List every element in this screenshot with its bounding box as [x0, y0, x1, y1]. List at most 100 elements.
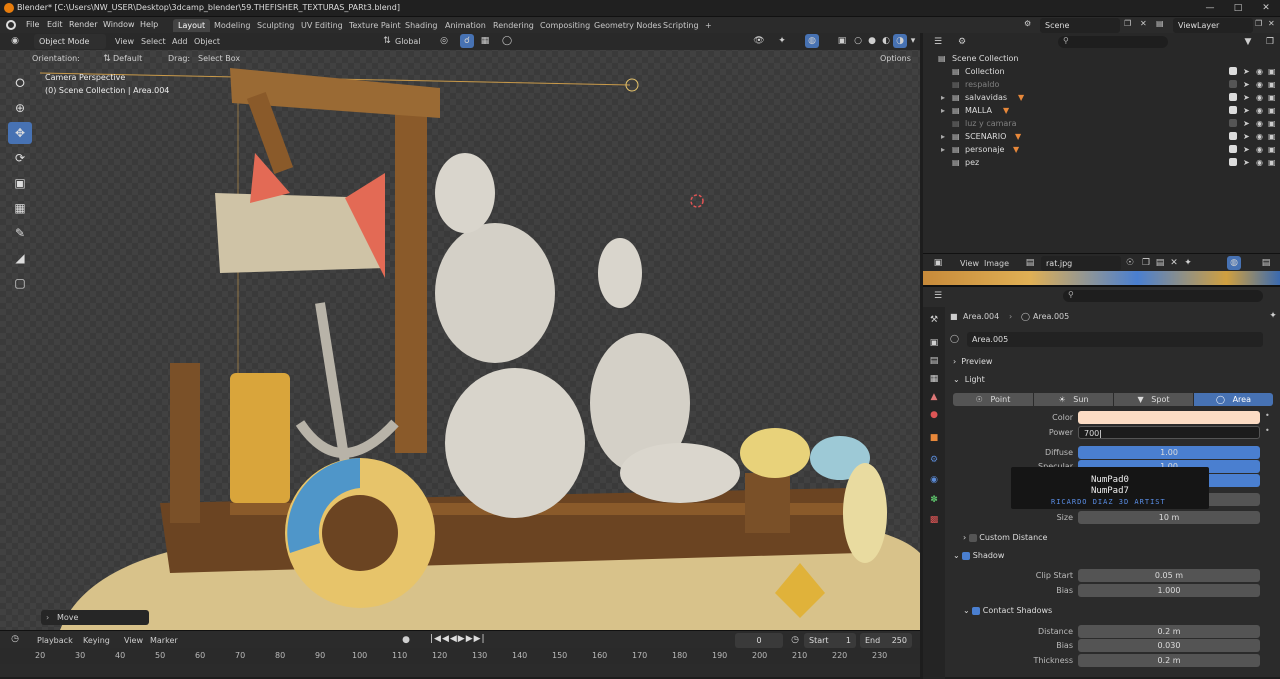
- expand-icon[interactable]: ▸: [941, 91, 945, 104]
- breadcrumb-object[interactable]: Area.004: [963, 312, 999, 321]
- expand-icon[interactable]: ▸: [941, 104, 945, 117]
- select-box-tool-icon[interactable]: ⭘: [8, 72, 32, 94]
- tab-texture-paint[interactable]: Texture Paint: [344, 19, 406, 32]
- view-layer-delete-icon[interactable]: ✕: [1268, 19, 1275, 28]
- image-editor-type-icon[interactable]: ▣: [931, 256, 945, 270]
- output-tab-icon[interactable]: ▤: [927, 354, 941, 368]
- image-view-menu[interactable]: View: [960, 259, 979, 268]
- light-data-tab-icon[interactable]: ✽: [927, 493, 941, 507]
- select-menu[interactable]: Select: [141, 37, 166, 46]
- filter-icon[interactable]: ▼: [1241, 35, 1255, 49]
- expand-icon[interactable]: ▸: [941, 143, 945, 156]
- light-datablock-icon[interactable]: ◯: [950, 334, 959, 343]
- outliner-row[interactable]: ▤ respaldo: [923, 78, 1280, 91]
- scene-delete-icon[interactable]: ✕: [1140, 19, 1147, 28]
- exclude-checkbox[interactable]: [1229, 80, 1237, 88]
- image-name-field[interactable]: rat.jpg: [1041, 256, 1121, 271]
- breadcrumb-data[interactable]: Area.005: [1033, 312, 1069, 321]
- overlays-icon[interactable]: ◍: [805, 34, 819, 48]
- editor-type-icon[interactable]: ◉: [8, 34, 22, 48]
- scene-copy-icon[interactable]: ❐: [1124, 19, 1131, 28]
- size-field[interactable]: 10 m: [1078, 511, 1260, 524]
- move-tool-icon[interactable]: ✥: [8, 122, 32, 144]
- wireframe-shading-icon[interactable]: ○: [851, 34, 865, 48]
- image-unlink-icon[interactable]: ✕: [1167, 256, 1181, 270]
- menu-edit[interactable]: Edit: [47, 20, 63, 29]
- pin-icon[interactable]: ✦: [1181, 256, 1195, 270]
- tab-layout[interactable]: Layout: [173, 19, 211, 32]
- light-datablock-field[interactable]: Area.005: [967, 332, 1263, 347]
- tab-rendering[interactable]: Rendering: [488, 19, 539, 32]
- rotate-tool-icon[interactable]: ⟳: [8, 147, 32, 169]
- image-menu[interactable]: Image: [984, 259, 1009, 268]
- render-icon[interactable]: ▣ ▣ ▣ ▣ ▣ ▣ ▣ ▣: [1268, 65, 1276, 169]
- constraints-tab-icon[interactable]: ◉: [927, 473, 941, 487]
- thickness-field[interactable]: 0.2 m: [1078, 654, 1260, 667]
- view-layer-selector[interactable]: ViewLayer: [1173, 18, 1253, 33]
- shading-options-icon[interactable]: ▾: [906, 34, 920, 48]
- outliner-search-input[interactable]: ⚲: [1058, 36, 1168, 48]
- menu-file[interactable]: File: [26, 20, 39, 29]
- contact-shadows-panel-header[interactable]: ⌄ Contact Shadows: [963, 606, 1052, 615]
- scene-selector[interactable]: Scene: [1040, 18, 1120, 33]
- object-tab-icon[interactable]: ■: [927, 431, 941, 445]
- image-overlay-icon[interactable]: ◍: [1227, 256, 1241, 270]
- power-keyframe-icon[interactable]: •: [1265, 426, 1270, 435]
- record-icon[interactable]: ●: [399, 633, 413, 647]
- menu-render[interactable]: Render: [69, 20, 97, 29]
- light-type-spot[interactable]: ▼ Spot: [1114, 393, 1193, 406]
- add-menu[interactable]: Add: [172, 37, 188, 46]
- outliner-row[interactable]: ▸ ▤ MALLA ▼: [923, 104, 1280, 117]
- exclude-checkbox[interactable]: [1229, 132, 1237, 140]
- 3d-viewport[interactable]: [0, 33, 920, 630]
- light-type-point[interactable]: ☉ Point: [953, 393, 1033, 406]
- pin-properties-icon[interactable]: ✦: [1266, 309, 1280, 323]
- tab-animation[interactable]: Animation: [440, 19, 491, 32]
- add-workspace-button[interactable]: +: [700, 19, 717, 32]
- custom-distance-panel-header[interactable]: › Custom Distance: [963, 533, 1047, 542]
- image-open-icon[interactable]: ▤: [1153, 256, 1167, 270]
- timeline-view-menu[interactable]: View: [124, 636, 143, 645]
- outliner-row[interactable]: ▤ Scene Collection: [923, 52, 1280, 65]
- snap-target-icon[interactable]: ▦: [478, 34, 492, 48]
- image-editor[interactable]: ▣ View Image ▤ rat.jpg ☉ ❐ ▤ ✕ ✦ ◍ ▤: [923, 253, 1280, 285]
- preview-range-icon[interactable]: ◷: [788, 633, 802, 647]
- annotate-tool-icon[interactable]: ✎: [8, 222, 32, 244]
- start-frame-field[interactable]: Start 1: [804, 633, 856, 648]
- exclude-checkbox[interactable]: [1229, 158, 1237, 166]
- image-sidebar-icon[interactable]: ▤: [1259, 256, 1273, 270]
- xray-icon[interactable]: ▣: [835, 34, 849, 48]
- measure-tool-icon[interactable]: ◢: [8, 247, 32, 269]
- keying-menu[interactable]: Keying: [83, 636, 110, 645]
- light-type-area[interactable]: ◯ Area: [1194, 393, 1273, 406]
- view-menu[interactable]: View: [115, 37, 134, 46]
- view-layer-tab-icon[interactable]: ▦: [927, 372, 941, 386]
- properties-editor-type-icon[interactable]: ☰: [931, 289, 945, 303]
- outliner-row[interactable]: ▸ ▤ personaje ▼: [923, 143, 1280, 156]
- options-dropdown[interactable]: Options: [880, 54, 911, 63]
- custom-distance-checkbox[interactable]: [968, 533, 977, 542]
- close-icon[interactable]: ✕: [1252, 0, 1280, 17]
- scale-tool-icon[interactable]: ▣: [8, 172, 32, 194]
- color-keyframe-icon[interactable]: •: [1265, 411, 1270, 420]
- image-new-icon[interactable]: ❐: [1139, 256, 1153, 270]
- snap-icon[interactable]: ☌: [460, 34, 474, 48]
- visibility-toggles[interactable]: ➤ ➤ ➤ ➤ ➤ ➤ ➤ ➤ ◉ ◉ ◉ ◉ ◉ ◉ ◉ ◉ ▣ ▣ ▣ ▣ ▣ ▣ ▣ ▣: [1229, 65, 1279, 175]
- render-tab-icon[interactable]: ▣: [927, 336, 941, 350]
- color-swatch[interactable]: [1078, 411, 1260, 424]
- maximize-icon[interactable]: □: [1224, 0, 1252, 17]
- contact-shadows-checkbox[interactable]: [972, 606, 981, 615]
- outliner-row[interactable]: ▤ luz y camara: [923, 117, 1280, 130]
- shadow-panel-header[interactable]: ⌄ Shadow: [953, 551, 1004, 560]
- image-browse-icon[interactable]: ▤: [1023, 256, 1037, 270]
- outliner-row[interactable]: ▸ ▤ salvavidas ▼: [923, 91, 1280, 104]
- scene-icon[interactable]: ⚙: [1024, 19, 1038, 31]
- selectable-icon[interactable]: ➤ ➤ ➤ ➤ ➤ ➤ ➤ ➤: [1243, 65, 1250, 169]
- clip-start-field[interactable]: 0.05 m: [1078, 569, 1260, 582]
- transform-orientation-icon[interactable]: ⇅: [380, 34, 394, 48]
- new-collection-icon[interactable]: ❐: [1263, 35, 1277, 49]
- cursor-tool-icon[interactable]: ⊕: [8, 97, 32, 119]
- marker-menu[interactable]: Marker: [150, 636, 178, 645]
- tool-tab-icon[interactable]: ⚒: [927, 313, 941, 327]
- eye-icon[interactable]: ◉ ◉ ◉ ◉ ◉ ◉ ◉ ◉: [1256, 65, 1263, 169]
